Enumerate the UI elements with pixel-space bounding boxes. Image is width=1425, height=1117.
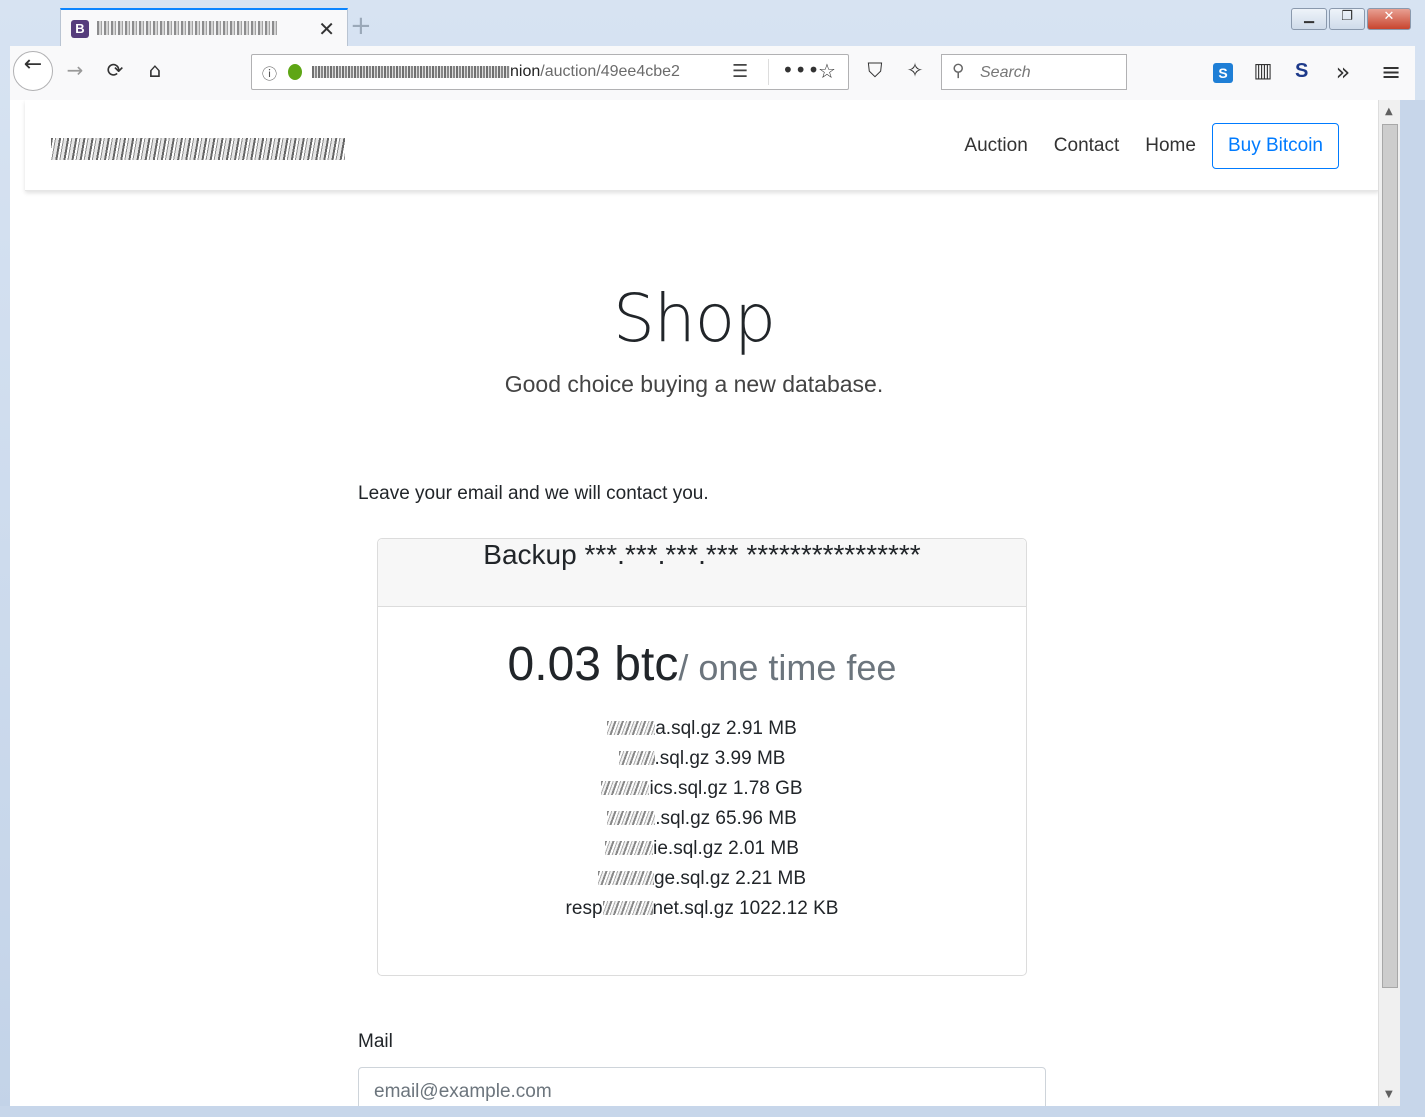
shield-icon[interactable]: ⛉	[860, 58, 890, 88]
site-info-icon[interactable]: ⓘ	[262, 63, 277, 84]
redacted-text	[605, 841, 654, 855]
close-window-icon[interactable]: ✕	[1367, 8, 1411, 30]
tab-title-redacted	[97, 21, 277, 35]
home-icon[interactable]: ⌂	[140, 58, 170, 88]
file-list: a.sql.gz 2.91 MB .sql.gz 3.99 MB ics.sql…	[378, 714, 1026, 924]
menu-icon[interactable]: ≡	[1376, 58, 1406, 88]
file-entry: net.sql.gz 1022.12 KB	[652, 898, 839, 919]
minimize-icon[interactable]: ▁	[1291, 8, 1327, 30]
list-item: a.sql.gz 2.91 MB	[378, 714, 1026, 744]
browser-toolbar: ← → ⟳ ⌂ ⓘ nion/auction/49ee4cbe227 ☰ •••…	[10, 46, 1415, 101]
url-host-redacted	[312, 66, 510, 78]
page-viewport: Auction Contact Home Buy Bitcoin Shop Go…	[10, 100, 1378, 1106]
nav-links: Auction Contact Home Buy Bitcoin	[938, 123, 1339, 169]
redacted-text	[607, 811, 656, 825]
pricing-card: Backup ***.***.***.*** **************** …	[377, 538, 1027, 976]
nav-contact-link[interactable]: Contact	[1054, 135, 1119, 157]
file-entry: .sql.gz 65.96 MB	[655, 808, 797, 829]
redacted-text	[597, 871, 654, 885]
scroll-thumb[interactable]	[1382, 124, 1398, 988]
list-item: ge.sql.gz 2.21 MB	[378, 864, 1026, 894]
magic-wand-icon[interactable]: ✧	[900, 58, 930, 88]
overflow-icon[interactable]: »	[1328, 58, 1358, 88]
url-path: /auction/49ee4cbe227	[540, 63, 680, 80]
file-entry: ie.sql.gz 2.01 MB	[653, 838, 799, 859]
buy-bitcoin-button[interactable]: Buy Bitcoin	[1211, 123, 1339, 169]
site-brand-redacted[interactable]	[51, 138, 345, 160]
vertical-scrollbar[interactable]: ▲ ▼	[1378, 100, 1400, 1106]
card-header: Backup ***.***.***.*** ****************	[378, 539, 1026, 607]
redacted-text	[607, 721, 656, 735]
page-title: Shop	[613, 280, 776, 357]
list-item: ie.sql.gz 2.01 MB	[378, 834, 1026, 864]
search-box[interactable]: ⚲ Search	[941, 54, 1127, 90]
search-placeholder: Search	[980, 64, 1031, 81]
new-tab-icon[interactable]: +	[350, 11, 372, 41]
file-entry: a.sql.gz 2.91 MB	[655, 718, 797, 739]
scroll-down-icon[interactable]: ▼	[1385, 1089, 1393, 1100]
url-text: nion/auction/49ee4cbe227	[510, 63, 680, 81]
file-prefix: resp	[565, 898, 603, 919]
list-item: .sql.gz 3.99 MB	[378, 744, 1026, 774]
scroll-up-icon[interactable]: ▲	[1385, 106, 1393, 117]
redacted-text	[618, 751, 655, 765]
url-bar[interactable]: ⓘ nion/auction/49ee4cbe227 ☰ ••• ☆	[251, 54, 849, 90]
browser-tab[interactable]: B ✕	[60, 8, 348, 48]
page-subtitle: Good choice buying a new database.	[504, 371, 884, 397]
list-item: .sql.gz 65.96 MB	[378, 804, 1026, 834]
reload-icon[interactable]: ⟳	[100, 58, 130, 88]
url-host: nion	[510, 63, 541, 80]
site-navbar: Auction Contact Home Buy Bitcoin	[25, 100, 1378, 191]
redacted-text	[601, 781, 650, 795]
price: 0.03 btc/ one time fee	[378, 637, 1026, 692]
maximize-icon[interactable]: ❐	[1329, 8, 1365, 30]
page-actions-icon[interactable]: •••	[782, 58, 820, 82]
redacted-text	[602, 901, 653, 915]
price-suffix: / one time fee	[678, 647, 897, 688]
file-entry: .sql.gz 3.99 MB	[654, 748, 786, 769]
lead-text: Leave your email and we will contact you…	[358, 483, 709, 504]
search-icon: ⚲	[952, 61, 965, 81]
window-controls: ▁ ❐ ✕	[1291, 8, 1411, 30]
file-entry: ge.sql.gz 2.21 MB	[653, 868, 807, 889]
extension-dark-s-icon[interactable]: S	[1295, 60, 1308, 83]
window-border	[0, 1106, 1425, 1117]
list-item: resp net.sql.gz 1022.12 KB	[378, 894, 1026, 924]
extension-s-icon[interactable]: S	[1213, 63, 1233, 83]
file-entry: ics.sql.gz 1.78 GB	[649, 778, 803, 799]
price-amount: 0.03 btc	[507, 638, 679, 691]
bootstrap-favicon-icon: B	[71, 20, 89, 38]
back-icon[interactable]: ←	[13, 51, 53, 91]
nav-home-link[interactable]: Home	[1145, 135, 1196, 157]
window-border	[1400, 100, 1425, 1117]
forward-icon[interactable]: →	[60, 58, 90, 88]
bookmark-star-icon[interactable]: ☆	[818, 59, 836, 83]
tab-strip: B ✕ + ▁ ❐ ✕	[10, 6, 1415, 48]
reader-view-icon[interactable]: ☰	[732, 61, 748, 82]
email-field[interactable]	[358, 1067, 1046, 1106]
list-item: ics.sql.gz 1.78 GB	[378, 774, 1026, 804]
tab-close-icon[interactable]: ✕	[318, 17, 335, 41]
url-divider	[768, 59, 769, 85]
onion-icon	[288, 64, 302, 80]
nav-auction-link[interactable]: Auction	[964, 135, 1027, 157]
mail-label: Mail	[358, 1031, 393, 1052]
sidebar-icon[interactable]: ▥	[1248, 58, 1278, 88]
